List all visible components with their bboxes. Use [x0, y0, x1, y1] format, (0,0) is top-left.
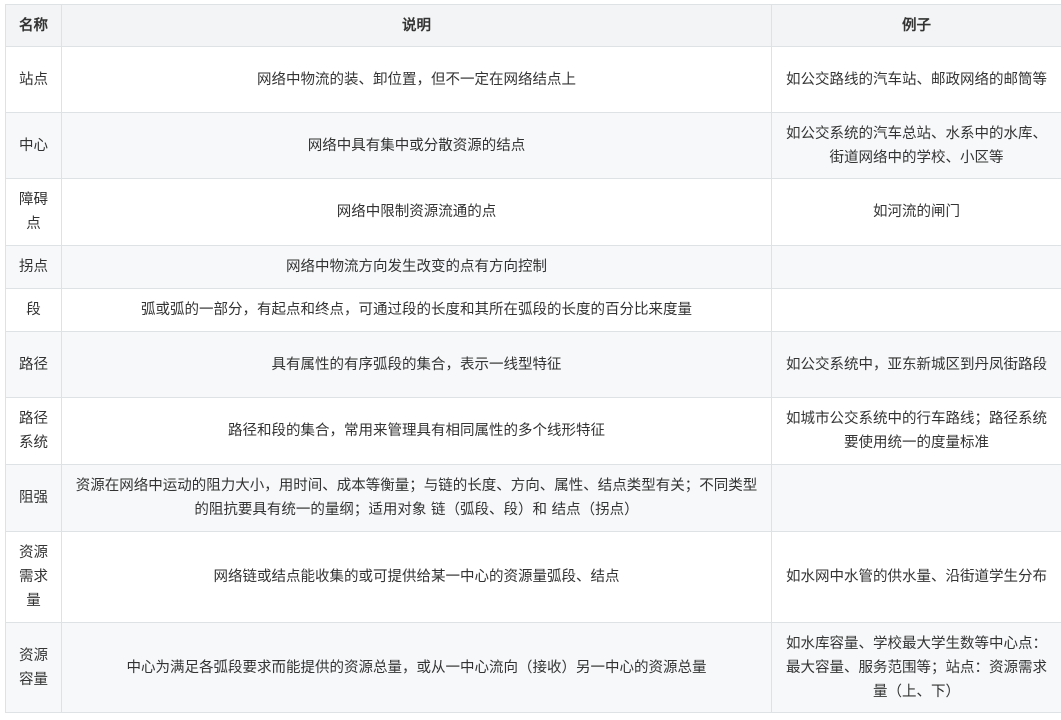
cell-description: 网络中物流方向发生改变的点有方向控制	[61, 245, 772, 289]
cell-name: 路径	[5, 331, 62, 398]
table-row: 阻强 资源在网络中运动的阻力大小，用时间、成本等衡量；与链的长度、方向、属性、结…	[5, 464, 1061, 532]
table-row: 站点 网络中物流的装、卸位置，但不一定在网络结点上 如公交路线的汽车站、邮政网络…	[5, 46, 1061, 113]
cell-description: 中心为满足各弧段要求而能提供的资源总量，或从一中心流向（接收）另一中心的资源总量	[61, 622, 772, 713]
cell-name: 资源容量	[5, 622, 62, 713]
cell-name: 路径系统	[5, 397, 62, 465]
terminology-table: 名称 说明 例子 站点 网络中物流的装、卸位置，但不一定在网络结点上 如公交路线…	[5, 4, 1061, 713]
cell-example: 如水库容量、学校最大学生数等中心点：最大容量、服务范围等；站点：资源需求量（上、…	[771, 622, 1061, 713]
cell-example	[771, 464, 1061, 532]
cell-description: 具有属性的有序弧段的集合，表示一线型特征	[61, 331, 772, 398]
cell-example: 如公交系统中，亚东新城区到丹凤街路段	[771, 331, 1061, 398]
table-row: 拐点 网络中物流方向发生改变的点有方向控制	[5, 245, 1061, 289]
cell-example	[771, 288, 1061, 332]
cell-example	[771, 245, 1061, 289]
cell-example: 如水网中水管的供水量、沿街道学生分布	[771, 531, 1061, 623]
cell-name: 阻强	[5, 464, 62, 532]
header-description: 说明	[61, 4, 772, 47]
table-body: 站点 网络中物流的装、卸位置，但不一定在网络结点上 如公交路线的汽车站、邮政网络…	[5, 46, 1061, 713]
cell-name: 中心	[5, 112, 62, 179]
cell-name: 拐点	[5, 245, 62, 289]
table-row: 资源容量 中心为满足各弧段要求而能提供的资源总量，或从一中心流向（接收）另一中心…	[5, 622, 1061, 713]
cell-example: 如城市公交系统中的行车路线；路径系统要使用统一的度量标准	[771, 397, 1061, 465]
cell-description: 弧或弧的一部分，有起点和终点，可通过段的长度和其所在弧段的长度的百分比来度量	[61, 288, 772, 332]
table-row: 障碍点 网络中限制资源流通的点 如河流的闸门	[5, 178, 1061, 246]
header-name: 名称	[5, 4, 62, 47]
cell-description: 资源在网络中运动的阻力大小，用时间、成本等衡量；与链的长度、方向、属性、结点类型…	[61, 464, 772, 532]
table-header: 名称 说明 例子	[5, 4, 1061, 47]
cell-description: 网络中具有集中或分散资源的结点	[61, 112, 772, 179]
cell-example: 如公交系统的汽车总站、水系中的水库、街道网络中的学校、小区等	[771, 112, 1061, 179]
cell-description: 网络链或结点能收集的或可提供给某一中心的资源量弧段、结点	[61, 531, 772, 623]
header-row: 名称 说明 例子	[5, 4, 1061, 47]
cell-description: 网络中限制资源流通的点	[61, 178, 772, 246]
cell-example: 如公交路线的汽车站、邮政网络的邮筒等	[771, 46, 1061, 113]
table-row: 路径系统 路径和段的集合，常用来管理具有相同属性的多个线形特征 如城市公交系统中…	[5, 397, 1061, 465]
header-example: 例子	[771, 4, 1061, 47]
table-row: 路径 具有属性的有序弧段的集合，表示一线型特征 如公交系统中，亚东新城区到丹凤街…	[5, 331, 1061, 398]
table-row: 资源需求量 网络链或结点能收集的或可提供给某一中心的资源量弧段、结点 如水网中水…	[5, 531, 1061, 623]
cell-description: 路径和段的集合，常用来管理具有相同属性的多个线形特征	[61, 397, 772, 465]
cell-name: 资源需求量	[5, 531, 62, 623]
cell-name: 站点	[5, 46, 62, 113]
cell-example: 如河流的闸门	[771, 178, 1061, 246]
cell-name: 段	[5, 288, 62, 332]
cell-description: 网络中物流的装、卸位置，但不一定在网络结点上	[61, 46, 772, 113]
cell-name: 障碍点	[5, 178, 62, 246]
table-row: 中心 网络中具有集中或分散资源的结点 如公交系统的汽车总站、水系中的水库、街道网…	[5, 112, 1061, 179]
table-row: 段 弧或弧的一部分，有起点和终点，可通过段的长度和其所在弧段的长度的百分比来度量	[5, 288, 1061, 332]
